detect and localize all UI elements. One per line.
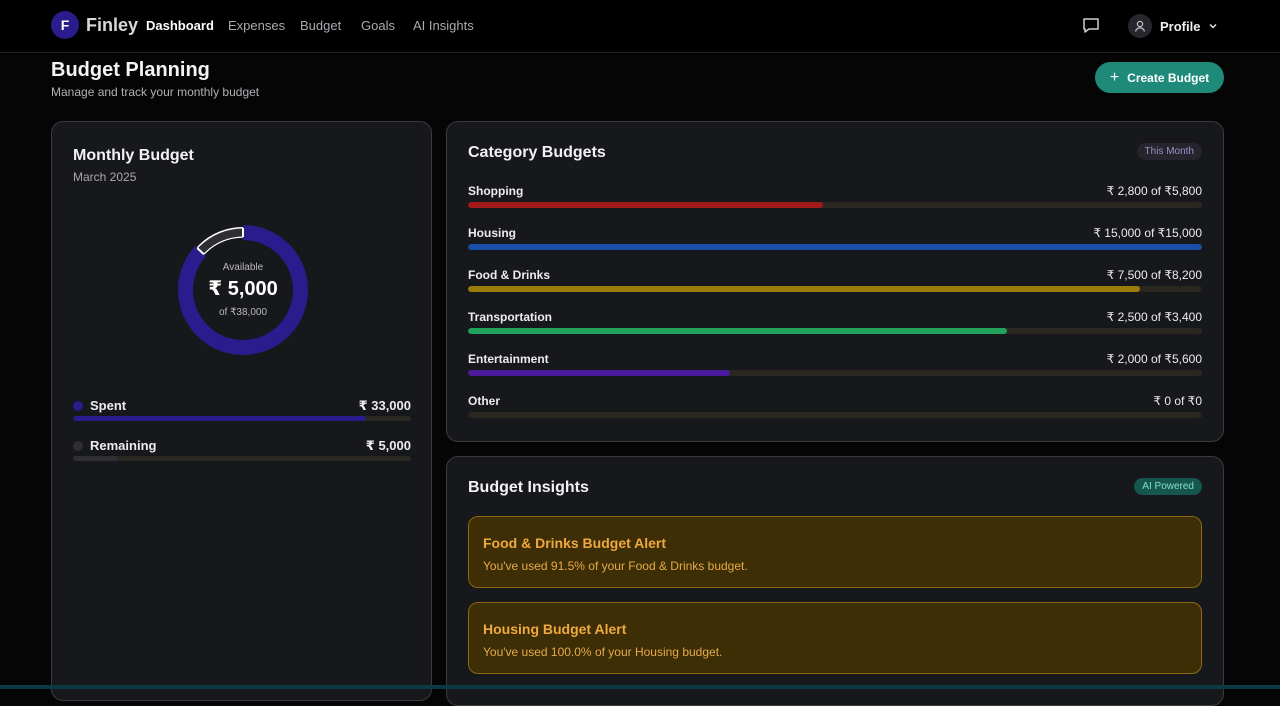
- profile-label[interactable]: Profile: [1160, 19, 1200, 34]
- category-name: Transportation: [468, 310, 553, 324]
- available-amount: ₹ 5,000: [208, 278, 278, 300]
- category-progress-fill: [468, 244, 1202, 250]
- category-progress-track: [468, 244, 1202, 250]
- category-name: Housing: [468, 226, 516, 240]
- category-progress-fill: [468, 202, 823, 208]
- remaining-progress-track: [73, 456, 411, 461]
- category-amount: ₹ 2,000 of ₹5,600: [1106, 352, 1202, 366]
- app-name[interactable]: Finley: [86, 15, 138, 36]
- user-icon: [1134, 20, 1146, 32]
- chevron-down-icon[interactable]: [1208, 21, 1218, 31]
- ai-powered-badge: AI Powered: [1134, 478, 1202, 495]
- nav-link-expenses[interactable]: Expenses: [228, 18, 285, 33]
- category-progress-fill: [468, 328, 1008, 334]
- nav-link-dashboard[interactable]: Dashboard: [146, 18, 214, 33]
- category-progress-fill: [468, 370, 731, 376]
- alert-text: You've used 91.5% of your Food & Drinks …: [483, 559, 748, 573]
- budget-total: of ₹38,000: [218, 307, 268, 318]
- category-name: Other: [468, 394, 501, 408]
- alert-housing[interactable]: Housing Budget Alert You've used 100.0% …: [468, 602, 1202, 674]
- category-progress-track: [468, 412, 1202, 418]
- remaining-value: ₹ 5,000: [365, 438, 411, 453]
- category-budgets-title: Category Budgets: [468, 144, 606, 161]
- profile-menu[interactable]: Profile: [1128, 13, 1218, 39]
- spent-value: ₹ 33,000: [358, 398, 411, 413]
- nav-link-budget[interactable]: Budget: [300, 18, 341, 33]
- spent-dot: [73, 401, 83, 411]
- category-amount: ₹ 7,500 of ₹8,200: [1106, 268, 1202, 282]
- monthly-budget-period: March 2025: [73, 170, 137, 184]
- category-progress-track: [468, 370, 1202, 376]
- category-name: Entertainment: [468, 352, 549, 366]
- avatar[interactable]: [1128, 14, 1152, 38]
- spent-progress-fill: [73, 416, 367, 421]
- category-progress-track: [468, 286, 1202, 292]
- remaining-dot: [73, 441, 83, 451]
- logo-badge[interactable]: F: [51, 11, 79, 39]
- category-budgets-card: Category Budgets This Month Shopping ₹ 2,…: [446, 121, 1224, 442]
- alert-food-drinks[interactable]: Food & Drinks Budget Alert You've used 9…: [468, 516, 1202, 588]
- category-amount: ₹ 0 of ₹0: [1153, 394, 1202, 408]
- remaining-progress-fill: [73, 456, 118, 461]
- category-progress-track: [468, 328, 1202, 334]
- monthly-budget-card: Monthly Budget March 2025 Available ₹ 5,…: [51, 121, 432, 701]
- this-month-badge: This Month: [1136, 143, 1202, 160]
- donut-center: Available ₹ 5,000 of ₹38,000: [171, 218, 315, 362]
- category-amount: ₹ 2,800 of ₹5,800: [1106, 184, 1202, 198]
- category-name: Shopping: [468, 184, 524, 198]
- category-amount: ₹ 15,000 of ₹15,000: [1093, 226, 1202, 240]
- page-title: Budget Planning: [51, 59, 210, 81]
- page-subtitle: Manage and track your monthly budget: [51, 85, 260, 99]
- category-amount: ₹ 2,500 of ₹3,400: [1106, 310, 1202, 324]
- alert-title: Food & Drinks Budget Alert: [483, 535, 667, 551]
- spent-label: Spent: [90, 398, 127, 413]
- top-navbar: F Finley Dashboard Expenses Budget Goals…: [0, 0, 1280, 53]
- category-progress-track: [468, 202, 1202, 208]
- alert-title: Housing Budget Alert: [483, 621, 627, 637]
- nav-link-ai-insights[interactable]: AI Insights: [413, 18, 474, 33]
- budget-insights-card: Budget Insights AI Powered Food & Drinks…: [446, 456, 1224, 706]
- monthly-budget-title: Monthly Budget: [73, 147, 194, 164]
- create-budget-label: Create Budget: [1127, 70, 1210, 85]
- chat-bubble-icon[interactable]: [1082, 16, 1100, 34]
- spent-progress-track: [73, 416, 411, 421]
- category-name: Food & Drinks: [468, 268, 551, 282]
- alert-text: You've used 100.0% of your Housing budge…: [483, 645, 723, 659]
- remaining-label: Remaining: [90, 438, 157, 453]
- category-progress-fill: [468, 286, 1140, 292]
- nav-link-goals[interactable]: Goals: [361, 18, 395, 33]
- bottom-strip: [0, 685, 1280, 689]
- plus-icon: +: [1109, 68, 1120, 86]
- available-label: Available: [222, 262, 264, 273]
- create-budget-button[interactable]: + Create Budget: [1095, 62, 1224, 93]
- budget-insights-title: Budget Insights: [468, 479, 589, 496]
